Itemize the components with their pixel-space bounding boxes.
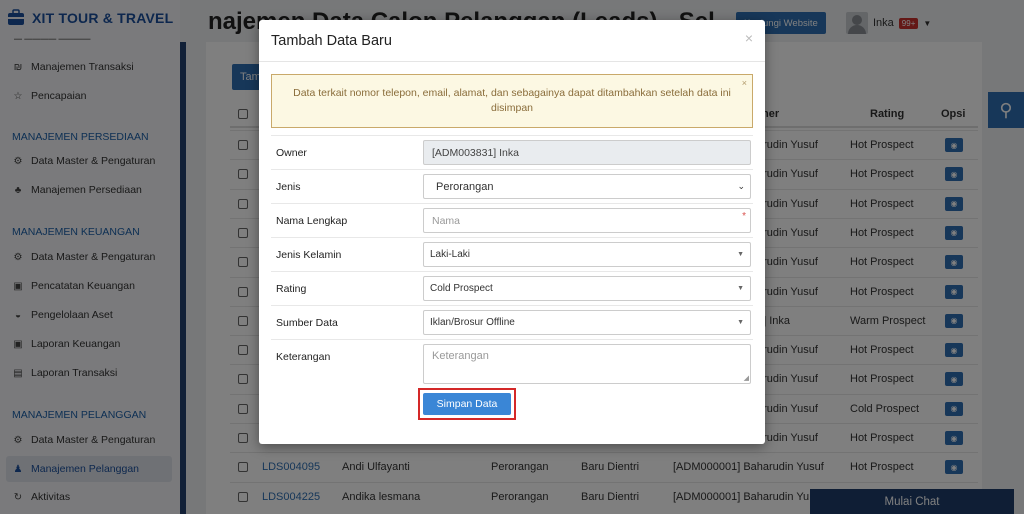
- keterangan-placeholder: Keterangan: [432, 350, 489, 362]
- rating-label: Rating: [276, 283, 307, 295]
- alert-text: Data terkait nomor telepon, email, alama…: [293, 87, 731, 114]
- add-data-modal: Tambah Data Baru × Data terkait nomor te…: [259, 20, 765, 444]
- jenis-value: Perorangan: [436, 180, 494, 193]
- sumber-value: Iklan/Brosur Offline: [430, 317, 515, 328]
- kelamin-label: Jenis Kelamin: [276, 249, 342, 261]
- form-row-keterangan: Keterangan Keterangan ◢: [271, 339, 753, 387]
- chevron-down-icon: ⌄: [737, 181, 745, 191]
- nama-label: Nama Lengkap: [276, 215, 348, 227]
- form-row-kelamin: Jenis Kelamin Laki-Laki ▼: [271, 237, 753, 271]
- rating-value: Cold Prospect: [430, 283, 493, 294]
- resize-grip-icon[interactable]: ◢: [744, 374, 749, 382]
- owner-field[interactable]: [ADM003831] Inka: [423, 140, 751, 165]
- form-row-nama: Nama Lengkap Nama *: [271, 203, 753, 237]
- form-row-sumber: Sumber Data Iklan/Brosur Offline ▼: [271, 305, 753, 339]
- info-alert: Data terkait nomor telepon, email, alama…: [271, 74, 753, 128]
- modal-header: Tambah Data Baru ×: [259, 20, 765, 62]
- sumber-label: Sumber Data: [276, 317, 338, 329]
- rating-select[interactable]: Cold Prospect ▼: [423, 276, 751, 301]
- kelamin-select[interactable]: Laki-Laki ▼: [423, 242, 751, 267]
- save-button-highlight: Simpan Data: [418, 388, 516, 420]
- nama-placeholder: Nama: [432, 214, 461, 227]
- close-icon[interactable]: ×: [745, 30, 753, 46]
- alert-close-icon[interactable]: ×: [742, 76, 747, 91]
- caret-down-icon: ▼: [737, 319, 744, 326]
- jenis-label: Jenis: [276, 181, 301, 193]
- keterangan-textarea[interactable]: Keterangan ◢: [423, 344, 751, 384]
- modal-title: Tambah Data Baru: [271, 33, 392, 49]
- nama-input[interactable]: Nama *: [423, 208, 751, 233]
- form-row-rating: Rating Cold Prospect ▼: [271, 271, 753, 305]
- jenis-select[interactable]: Perorangan ⌄: [423, 174, 751, 199]
- caret-down-icon: ▼: [737, 285, 744, 292]
- form-row-jenis: Jenis Perorangan ⌄: [271, 169, 753, 203]
- form-row-owner: Owner [ADM003831] Inka: [271, 135, 753, 169]
- kelamin-value: Laki-Laki: [430, 249, 471, 260]
- owner-label: Owner: [276, 147, 307, 159]
- caret-down-icon: ▼: [737, 251, 744, 258]
- required-asterisk: *: [742, 211, 746, 222]
- keterangan-label: Keterangan: [276, 351, 331, 363]
- save-button[interactable]: Simpan Data: [423, 393, 511, 415]
- sumber-select[interactable]: Iklan/Brosur Offline ▼: [423, 310, 751, 335]
